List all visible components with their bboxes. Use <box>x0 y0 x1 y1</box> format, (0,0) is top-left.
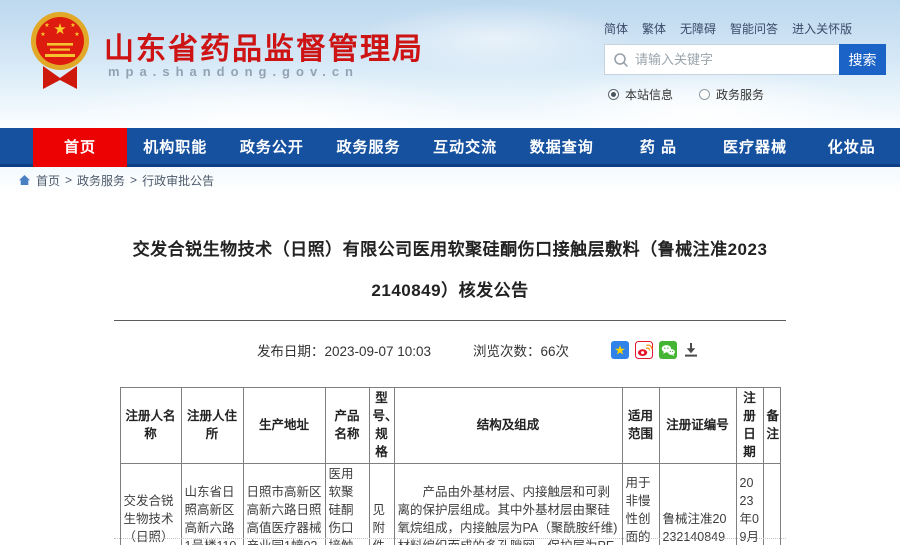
svg-text:★: ★ <box>53 21 66 38</box>
cell-reg-date: 2023年09月06日 <box>736 463 763 545</box>
radio-selected-icon <box>608 89 619 100</box>
col-registrant-name: 注册人名称 <box>120 388 181 464</box>
nav-item-gov-open[interactable]: 政务公开 <box>224 128 321 164</box>
scope-site-info-radio[interactable]: 本站信息 <box>608 86 673 103</box>
view-count-value: 66次 <box>541 344 570 359</box>
scope-site-info-label: 本站信息 <box>625 86 673 103</box>
link-traditional[interactable]: 繁体 <box>642 20 666 37</box>
top-utility-links: 简体 繁体 无障碍 智能问答 进入关怀版 <box>604 20 852 37</box>
national-emblem-logo: ★ ★ ★ ★ ★ <box>30 10 90 103</box>
weibo-icon[interactable] <box>635 341 653 359</box>
nav-item-gov-service[interactable]: 政务服务 <box>320 128 417 164</box>
view-count: 浏览次数：66次 <box>473 340 569 360</box>
cell-registrant-name: 交发合锐生物技术（日照）有限公司 <box>120 463 181 545</box>
nav-item-data-query[interactable]: 数据查询 <box>514 128 611 164</box>
publish-date-value: 2023-09-07 10:03 <box>324 344 431 359</box>
col-production-address: 生产地址 <box>243 388 325 464</box>
cell-production-address: 日照市高新区高新六路日照高值医疗器械产业园1幢02楼 <box>243 463 325 545</box>
cell-registrant-address: 山东省日照高新区高新六路1号楼1105室 <box>181 463 243 545</box>
publish-date-label: 发布日期： <box>257 344 325 359</box>
publish-date: 发布日期：2023-09-07 10:03 <box>257 340 431 360</box>
svg-text:★: ★ <box>614 343 626 358</box>
home-icon <box>18 174 31 186</box>
article-meta: 发布日期：2023-09-07 10:03 浏览次数：66次 ★ <box>28 340 900 360</box>
link-accessibility[interactable]: 无障碍 <box>680 20 716 37</box>
cell-structure: 产品由外基材层、内接触层和可剥离的保护层组成。其中外基材层由聚硅氧烷组成，内接触… <box>394 463 622 545</box>
nav-item-cosmetics[interactable]: 化妆品 <box>803 128 900 164</box>
col-remark: 备注 <box>763 388 780 464</box>
table-header-row: 注册人名称 注册人住所 生产地址 产品名称 型号、规格 结构及组成 适用范围 注… <box>120 388 780 464</box>
search-button[interactable]: 搜索 <box>839 44 886 75</box>
nav-item-interaction[interactable]: 互动交流 <box>417 128 514 164</box>
link-smart-qa[interactable]: 智能问答 <box>730 20 778 37</box>
col-cert-number: 注册证编号 <box>659 388 736 464</box>
search-input[interactable] <box>635 52 831 67</box>
site-url: mpa.shandong.gov.cn <box>108 64 359 79</box>
cell-model-spec: 见附件。 <box>369 463 394 545</box>
cell-cert-number: 鲁械注准20232140849 <box>659 463 736 545</box>
breadcrumb: 首页 > 政务服务 > 行政审批公告 <box>0 167 900 193</box>
search-input-wrap <box>604 44 839 75</box>
site-banner: ★ ★ ★ ★ ★ 山东省药品监督管理局 mpa.shandong.gov.cn… <box>0 0 900 128</box>
site-title: 山东省药品监督管理局 <box>104 24 424 68</box>
bottom-divider <box>114 538 786 539</box>
article-content: 交发合锐生物技术（日照）有限公司医用软聚硅酮伤口接触层敷料（鲁械注准202321… <box>0 193 900 545</box>
radio-unselected-icon <box>699 89 710 100</box>
crumb-separator: > <box>130 173 137 187</box>
col-reg-date: 注册日期 <box>736 388 763 464</box>
col-structure: 结构及组成 <box>394 388 622 464</box>
link-care-version[interactable]: 进入关怀版 <box>792 20 852 37</box>
wechat-icon[interactable] <box>659 341 677 359</box>
crumb-separator: > <box>65 173 72 187</box>
registration-table: 注册人名称 注册人住所 生产地址 产品名称 型号、规格 结构及组成 适用范围 注… <box>120 387 781 545</box>
favorite-icon[interactable]: ★ <box>611 341 629 359</box>
nav-item-medical-devices[interactable]: 医疗器械 <box>707 128 804 164</box>
crumb-admin-approval[interactable]: 行政审批公告 <box>142 172 214 189</box>
col-model-spec: 型号、规格 <box>369 388 394 464</box>
col-product-name: 产品名称 <box>325 388 369 464</box>
crumb-home[interactable]: 首页 <box>36 172 60 189</box>
cell-scope: 用于非慢性创面的护理。 <box>622 463 659 545</box>
crumb-gov-service[interactable]: 政务服务 <box>77 172 125 189</box>
share-toolbar: ★ <box>611 341 699 359</box>
svg-text:★: ★ <box>74 31 79 38</box>
page-title: 交发合锐生物技术（日照）有限公司医用软聚硅酮伤口接触层敷料（鲁械注准202321… <box>130 193 770 311</box>
nav-item-home[interactable]: 首页 <box>33 128 127 164</box>
table-row: 交发合锐生物技术（日照）有限公司 山东省日照高新区高新六路1号楼1105室 日照… <box>120 463 780 545</box>
col-scope: 适用范围 <box>622 388 659 464</box>
search-scope-options: 本站信息 政务服务 <box>608 86 764 103</box>
title-divider <box>114 320 786 321</box>
search-bar: 搜索 <box>604 44 886 75</box>
main-nav: 首页 机构职能 政务公开 政务服务 互动交流 数据查询 药 品 医疗器械 化妆品 <box>0 128 900 167</box>
view-count-label: 浏览次数： <box>473 344 541 359</box>
cell-remark <box>763 463 780 545</box>
search-icon <box>613 52 629 68</box>
scope-gov-service-label: 政务服务 <box>716 86 764 103</box>
download-icon[interactable] <box>683 342 699 358</box>
svg-text:★: ★ <box>70 22 75 29</box>
nav-item-functions[interactable]: 机构职能 <box>127 128 224 164</box>
svg-text:★: ★ <box>44 22 49 29</box>
svg-text:★: ★ <box>40 31 45 38</box>
link-simplified[interactable]: 简体 <box>604 20 628 37</box>
scope-gov-service-radio[interactable]: 政务服务 <box>699 86 764 103</box>
col-registrant-address: 注册人住所 <box>181 388 243 464</box>
cell-product-name: 医用软聚硅酮伤口接触层敷料 <box>325 463 369 545</box>
nav-item-drugs[interactable]: 药 品 <box>610 128 707 164</box>
